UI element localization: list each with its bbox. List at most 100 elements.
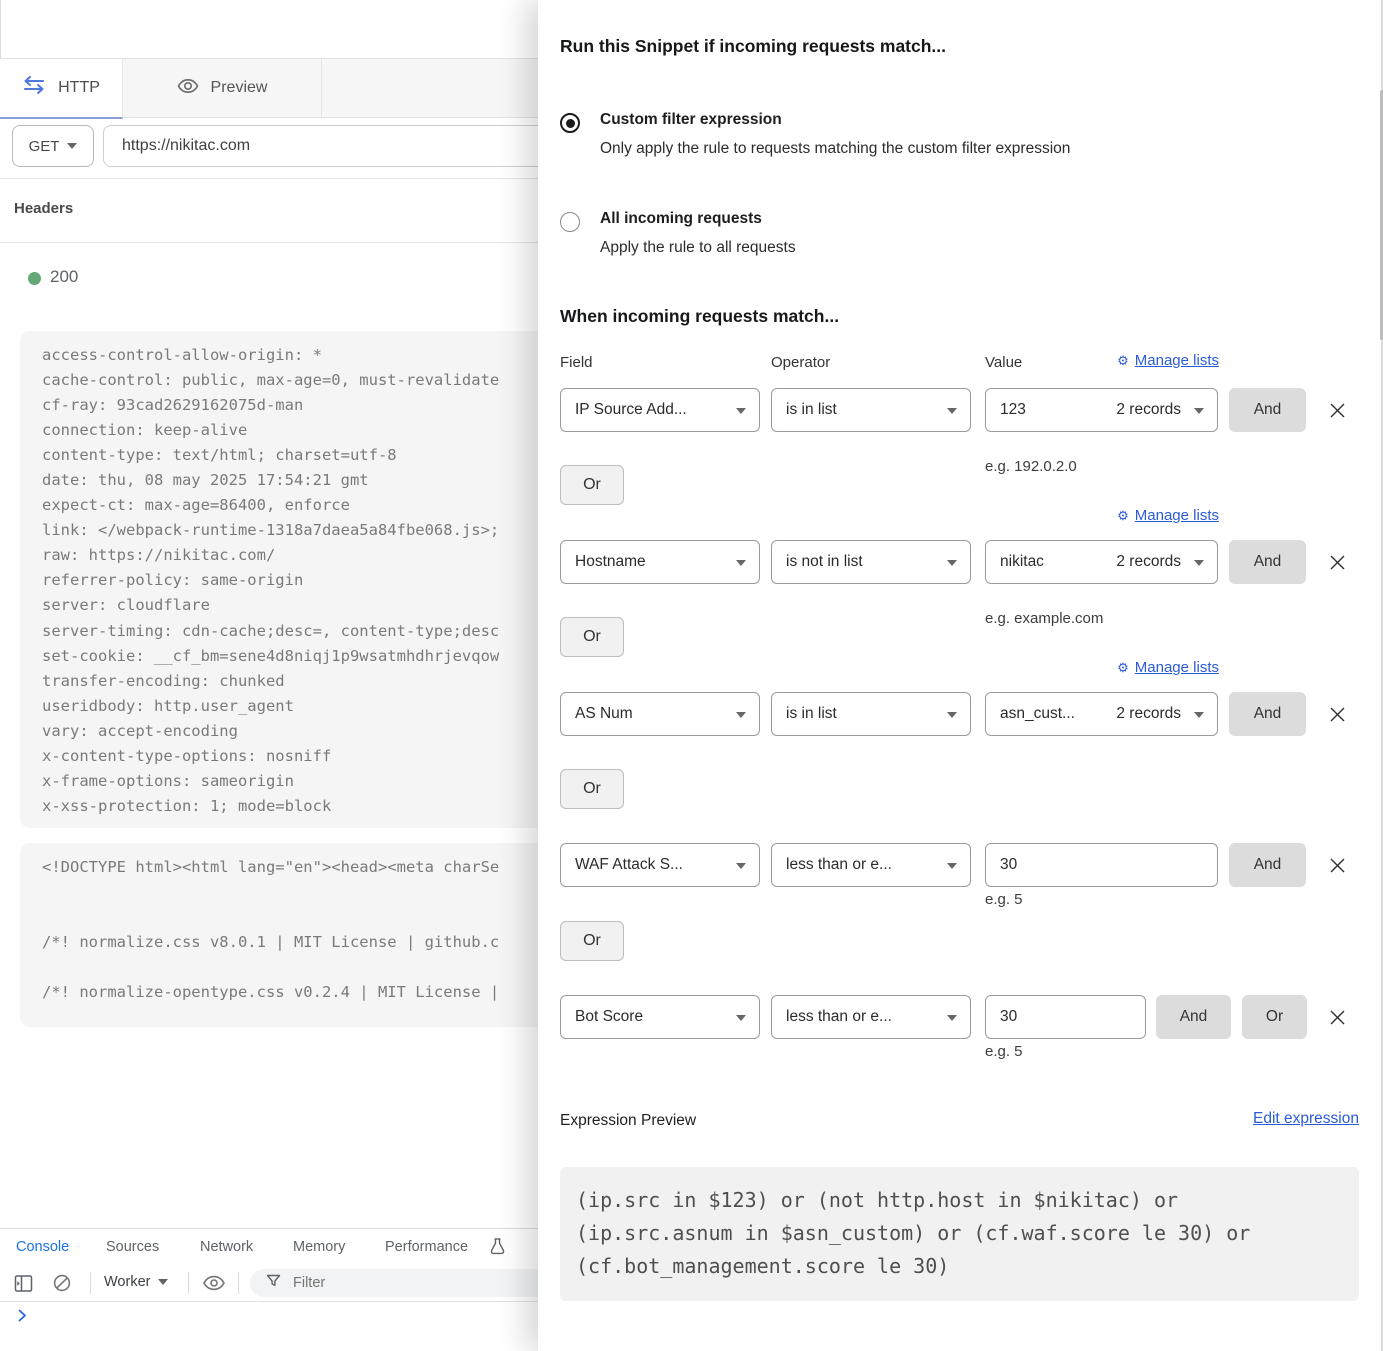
status-ok-dot — [28, 272, 41, 285]
devtools-tab-sources[interactable]: Sources — [106, 1239, 159, 1255]
method-select[interactable]: GET — [12, 125, 94, 167]
devtools-tab-performance[interactable]: Performance — [385, 1239, 468, 1255]
tester-tabs: HTTP Preview — [0, 59, 538, 118]
value-hint: e.g. 5 — [985, 891, 1023, 908]
operator-select[interactable]: is in list — [771, 388, 971, 432]
radio-custom-filter-label: Custom filter expression — [600, 111, 782, 129]
value-input-wrap — [985, 995, 1146, 1039]
value-list-select[interactable]: nikitac 2 records — [985, 540, 1218, 584]
radio-custom-filter[interactable] — [560, 113, 580, 133]
devtools-tab-console[interactable]: Console — [16, 1239, 69, 1255]
headers-section-label: Headers — [14, 200, 73, 217]
field-select[interactable]: Hostname — [560, 540, 760, 584]
operator-select[interactable]: is in list — [771, 692, 971, 736]
request-row: GET — [0, 118, 538, 179]
tab-http-label: HTTP — [58, 79, 100, 97]
tab-preview[interactable]: Preview — [123, 59, 322, 117]
radio-all-requests-label: All incoming requests — [600, 210, 762, 228]
gear-icon: ⚙ — [1117, 509, 1129, 522]
context-select[interactable]: Worker — [104, 1274, 168, 1290]
and-button[interactable]: And — [1156, 995, 1231, 1039]
radio-custom-filter-description: Only apply the rule to requests matching… — [600, 140, 1070, 158]
remove-condition-icon[interactable] — [1329, 706, 1347, 724]
swap-arrows-icon — [22, 76, 46, 100]
manage-lists-link[interactable]: ⚙ Manage lists — [1117, 352, 1219, 369]
value-input-wrap — [985, 843, 1218, 887]
toolbar-divider — [238, 1272, 239, 1294]
edit-expression-link[interactable]: Edit expression — [1253, 1110, 1359, 1128]
or-append-button[interactable]: Or — [1242, 995, 1307, 1039]
remove-condition-icon[interactable] — [1329, 402, 1347, 420]
remove-condition-icon[interactable] — [1329, 857, 1347, 875]
headers-section-bar: Headers — [0, 179, 538, 243]
column-label-field: Field — [560, 354, 593, 371]
devtools-tab-memory[interactable]: Memory — [293, 1239, 345, 1255]
manage-lists-link[interactable]: ⚙ Manage lists — [1117, 659, 1219, 676]
radio-all-requests[interactable] — [560, 212, 580, 232]
expression-preview-code: (ip.src in $123) or (not http.host in $n… — [560, 1167, 1359, 1301]
chevron-down-icon — [736, 712, 746, 718]
clear-console-icon[interactable] — [52, 1273, 72, 1298]
remove-condition-icon[interactable] — [1329, 554, 1347, 572]
url-field-wrap — [103, 125, 538, 167]
chevron-down-icon — [736, 1015, 746, 1021]
response-body-block: <!DOCTYPE html><html lang="en"><head><me… — [20, 843, 538, 1027]
manage-lists-link[interactable]: ⚙ Manage lists — [1117, 507, 1219, 524]
chevron-down-icon — [736, 863, 746, 869]
chevron-down-icon — [67, 143, 77, 149]
field-select[interactable]: IP Source Add... — [560, 388, 760, 432]
field-select[interactable]: AS Num — [560, 692, 760, 736]
operator-select[interactable]: less than or e... — [771, 995, 971, 1039]
or-button[interactable]: Or — [560, 921, 624, 961]
toolbar-divider — [90, 1272, 91, 1294]
live-expression-eye-icon[interactable] — [202, 1275, 226, 1296]
or-button[interactable]: Or — [560, 617, 624, 657]
chevron-down-icon — [947, 1015, 957, 1021]
funnel-icon — [266, 1274, 281, 1293]
field-select[interactable]: WAF Attack S... — [560, 843, 760, 887]
operator-select[interactable]: is not in list — [771, 540, 971, 584]
chevron-down-icon — [736, 408, 746, 414]
console-prompt-icon[interactable] — [18, 1309, 27, 1327]
or-button[interactable]: Or — [560, 769, 624, 809]
method-label: GET — [29, 138, 60, 155]
value-input[interactable] — [986, 996, 1145, 1038]
toggle-drawer-icon[interactable] — [14, 1274, 33, 1298]
chevron-down-icon — [1194, 712, 1204, 718]
console-filter[interactable] — [250, 1269, 538, 1297]
devtools-tabs: Console Sources Network Memory Performan… — [0, 1228, 538, 1268]
list-record-count: 2 records — [1116, 401, 1181, 419]
tester-header-spacer — [0, 0, 538, 59]
drawer-title: Run this Snippet if incoming requests ma… — [560, 36, 946, 57]
value-list-select[interactable]: 123 2 records — [985, 388, 1218, 432]
list-record-count: 2 records — [1116, 553, 1181, 571]
chevron-down-icon — [1194, 560, 1204, 566]
tab-preview-label: Preview — [211, 79, 268, 97]
status-code: 200 — [50, 267, 78, 287]
response-headers-block: access-control-allow-origin: * cache-con… — [20, 331, 538, 828]
and-button[interactable]: And — [1229, 843, 1306, 887]
field-select[interactable]: Bot Score — [560, 995, 760, 1039]
and-button[interactable]: And — [1229, 540, 1306, 584]
devtools-toolbar: Worker — [0, 1266, 538, 1302]
match-heading: When incoming requests match... — [560, 306, 839, 327]
url-input[interactable] — [104, 126, 538, 166]
value-input[interactable] — [986, 844, 1217, 886]
remove-condition-icon[interactable] — [1329, 1009, 1347, 1027]
tab-http[interactable]: HTTP — [0, 59, 123, 119]
chevron-down-icon — [947, 712, 957, 718]
column-label-value: Value — [985, 354, 1022, 371]
chevron-down-icon — [947, 408, 957, 414]
filter-input[interactable] — [291, 1274, 538, 1292]
value-hint: e.g. 5 — [985, 1043, 1023, 1060]
devtools-tab-network[interactable]: Network — [200, 1239, 253, 1255]
value-list-select[interactable]: asn_cust... 2 records — [985, 692, 1218, 736]
value-hint: e.g. 192.0.2.0 — [985, 458, 1077, 475]
gear-icon: ⚙ — [1117, 354, 1129, 367]
and-button[interactable]: And — [1229, 388, 1306, 432]
operator-select[interactable]: less than or e... — [771, 843, 971, 887]
list-record-count: 2 records — [1116, 705, 1181, 723]
toolbar-divider — [188, 1272, 189, 1294]
or-button[interactable]: Or — [560, 465, 624, 505]
and-button[interactable]: And — [1229, 692, 1306, 736]
